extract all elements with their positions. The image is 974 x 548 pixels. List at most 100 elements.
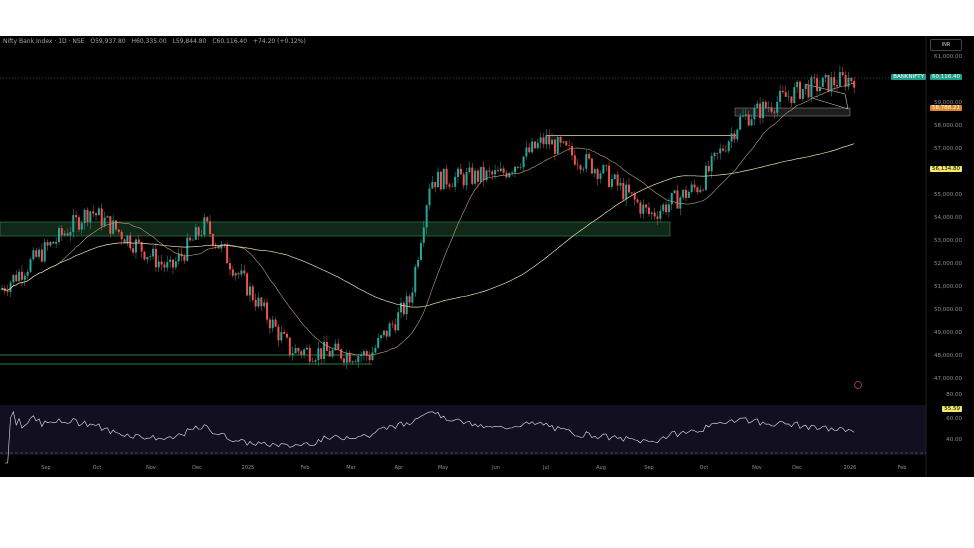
candle [288,337,291,356]
candle [722,148,725,151]
candle [662,204,665,211]
currency-button[interactable]: INR [930,39,962,51]
candle [650,212,653,214]
price-axis-label: 51,000.00 [934,284,962,290]
candle [576,164,579,166]
candle [248,286,251,296]
candle [796,81,799,88]
candle [457,168,459,177]
candle [371,352,374,361]
candle [508,173,511,178]
change-value: +74.20 (+0.12%) [253,38,306,45]
candle [533,141,536,149]
candle [770,107,773,112]
candle [117,229,120,232]
candle [106,216,109,218]
candle [764,101,767,108]
candle [246,273,249,296]
candle [596,169,599,179]
candle [320,348,323,359]
candle [80,223,83,230]
candle [60,228,63,236]
candle [166,262,169,268]
candle [719,148,722,154]
candle [488,170,491,172]
candle [713,152,716,157]
candle [736,129,739,140]
last-price-tag: 60,116.40 [930,74,962,80]
candle [696,187,699,193]
candle [169,259,172,263]
time-axis-label: Dec [192,465,202,471]
candle [744,114,747,116]
candle [448,184,451,187]
candle [408,296,411,303]
candle [203,217,206,235]
candle [431,182,434,189]
candle [391,323,394,325]
rsi-pane [0,405,926,455]
candle [206,217,209,222]
candle [134,239,137,253]
candle [588,154,591,159]
candle [351,361,354,363]
candle [243,270,246,274]
candle [841,72,844,76]
candle [357,356,360,363]
candle [804,84,807,90]
candle [234,273,237,276]
candle [704,165,707,190]
rsi-axis-label: 80.00 [946,392,962,398]
candle [599,173,602,179]
time-axis-label: Sep [644,465,654,471]
candle [32,250,35,260]
candle [277,326,280,341]
candle [756,103,759,108]
candle [605,165,608,166]
time-axis-label: Mar [346,465,356,471]
candle [149,256,152,258]
candle [374,347,377,353]
candle [49,241,52,246]
candle [496,170,499,172]
candle [157,261,160,268]
candle [388,323,391,337]
close-value: C60,116.40 [212,38,248,45]
candle [571,146,573,156]
price-axis-label: 53,000.00 [934,238,962,244]
candle [582,168,585,170]
candle [66,233,69,236]
time-axis-label: Oct [699,465,709,471]
candle [639,202,642,214]
time-axis-label: Nov [146,465,156,471]
candle [26,271,29,276]
candle [257,297,260,307]
candle [75,215,78,218]
candle [360,355,363,357]
candle [824,74,827,78]
candle [6,290,9,292]
rsi-axis-label: 40.00 [946,437,962,443]
ma-fast-tag: 58,786.21 [930,105,962,111]
candle [294,348,297,354]
candle [100,208,103,226]
candle [753,107,756,120]
candle [610,179,613,188]
candle [439,171,442,190]
candle [702,189,705,191]
candle [787,96,790,98]
candle [818,86,821,92]
candle [468,167,471,173]
chart-window[interactable]: Nifty Bank Index · 1D · NSE O59,937.80 H… [0,36,974,477]
candle [476,170,479,182]
candle [799,81,801,99]
candle [781,90,784,93]
candle [482,167,485,181]
candle [411,292,414,303]
candle [55,241,58,244]
symbol-title[interactable]: Nifty Bank Index · 1D · NSE [3,38,84,45]
candle [790,96,793,103]
chart-canvas[interactable] [0,36,974,477]
candle [739,116,742,130]
candle [776,101,779,113]
